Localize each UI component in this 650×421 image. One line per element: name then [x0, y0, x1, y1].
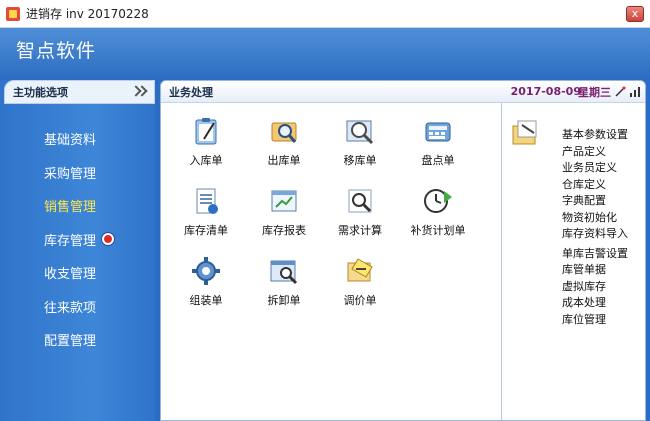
sidebar-title: 主功能选项: [13, 86, 68, 99]
clock-arrow-icon: [424, 189, 452, 213]
function-inventory-report[interactable]: 库存报表: [249, 185, 319, 238]
sidebar-item-basic-data[interactable]: 基础资料: [0, 122, 155, 156]
link-inventory-import[interactable]: 库存资料导入: [562, 226, 628, 243]
sidebar-item-config[interactable]: 配置管理: [0, 323, 155, 357]
function-label: 入库单: [189, 154, 223, 167]
link-material-init[interactable]: 物资初始化: [562, 210, 628, 227]
sidebar-header: 主功能选项: [4, 80, 155, 104]
function-label: 库存清单: [184, 224, 228, 237]
function-label: 需求计算: [338, 224, 382, 237]
link-cost-processing[interactable]: 成本处理: [562, 295, 628, 312]
function-label: 出库单: [267, 154, 301, 167]
function-label: 库存报表: [262, 224, 306, 237]
function-label: 组装单: [189, 294, 223, 307]
close-button[interactable]: x: [626, 6, 644, 22]
sidebar: 主功能选项 基础资料 采购管理 销售管理 库存管理 收支管理 往来款项 配置管理: [0, 80, 155, 421]
function-label: 盘点单: [421, 154, 455, 167]
link-location-management[interactable]: 库位管理: [562, 312, 628, 329]
date-display: 2017-08-09: [510, 85, 581, 98]
link-dictionary-config[interactable]: 字典配置: [562, 193, 628, 210]
link-warehouse-define[interactable]: 仓库定义: [562, 177, 628, 194]
sidebar-item-sales[interactable]: 销售管理: [0, 189, 155, 223]
function-disassembly-order[interactable]: 拆卸单: [249, 255, 319, 308]
main-header: 业务处理 2017-08-09 星期三: [161, 81, 645, 103]
sidebar-item-purchase[interactable]: 采购管理: [0, 156, 155, 190]
window-titlebar: 进销存 inv 20170228 x: [0, 0, 650, 28]
brand-title: 智点软件: [16, 40, 97, 62]
sidebar-item-accounts[interactable]: 往来款项: [0, 290, 155, 324]
main-panel: 业务处理 2017-08-09 星期三 入库单 出库单 移库单 盘点单 库存清单…: [160, 80, 646, 421]
search-chart-icon: [348, 189, 372, 213]
sidebar-item-label: 基础资料: [44, 133, 97, 149]
calculator-icon: [425, 122, 451, 142]
sidebar-menu: 基础资料 采购管理 销售管理 库存管理 收支管理 往来款项 配置管理: [0, 122, 155, 357]
link-product-define[interactable]: 产品定义: [562, 144, 628, 161]
sidebar-item-label: 销售管理: [44, 200, 97, 216]
alert-badge-icon: [102, 233, 115, 246]
sidebar-item-label: 采购管理: [44, 166, 97, 182]
document-list-icon: [196, 188, 218, 214]
function-demand-calc[interactable]: 需求计算: [325, 185, 395, 238]
section-title: 业务处理: [169, 85, 213, 99]
function-label: 拆卸单: [267, 294, 301, 307]
window-title: 进销存 inv 20170228: [26, 7, 149, 21]
weekday-display: 星期三: [578, 86, 611, 99]
function-label: 调价单: [343, 294, 377, 307]
magnifier-window-icon: [346, 120, 374, 145]
function-inbound-order[interactable]: 入库单: [171, 115, 241, 168]
link-stock-alert[interactable]: 单库吉警设置: [562, 246, 628, 263]
tag-folder-icon: [347, 258, 373, 282]
gear-icon: [192, 257, 220, 285]
function-grid: 入库单 出库单 移库单 盘点单 库存清单 库存报表 需求计算 补货计划单 组装单…: [161, 103, 501, 420]
clipboard-pencil-icon: [195, 118, 217, 145]
magnifier-folder-icon: [271, 122, 297, 143]
app-icon: [6, 6, 20, 21]
sidebar-item-label: 往来款项: [44, 300, 97, 316]
link-basic-params[interactable]: 基本参数设置: [562, 127, 628, 144]
report-window-icon: [271, 190, 297, 212]
settings-link-list: 基本参数设置 产品定义 业务员定义 仓库定义 字典配置 物资初始化 库存资料导入…: [562, 127, 628, 328]
sidebar-item-inventory[interactable]: 库存管理: [0, 223, 155, 257]
sidebar-item-income-expense[interactable]: 收支管理: [0, 256, 155, 290]
function-inventory-list[interactable]: 库存清单: [171, 185, 241, 238]
link-virtual-inventory[interactable]: 虚拟库存: [562, 279, 628, 296]
app-header: 智点软件: [0, 28, 650, 76]
function-outbound-order[interactable]: 出库单: [249, 115, 319, 168]
window-zoom-icon: [270, 260, 298, 285]
function-transfer-order[interactable]: 移库单: [325, 115, 395, 168]
sidebar-item-label: 收支管理: [44, 267, 97, 283]
function-label: 移库单: [343, 154, 377, 167]
wand-icon[interactable]: [614, 86, 626, 98]
link-warehouse-docs[interactable]: 库管单据: [562, 262, 628, 279]
function-assembly-order[interactable]: 组装单: [171, 255, 241, 308]
link-salesperson-define[interactable]: 业务员定义: [562, 160, 628, 177]
function-stocktake-order[interactable]: 盘点单: [403, 115, 473, 168]
bar-chart-icon[interactable]: [629, 86, 641, 98]
sidebar-item-label: 配置管理: [44, 334, 97, 350]
settings-panel: 基本参数设置 产品定义 业务员定义 仓库定义 字典配置 物资初始化 库存资料导入…: [502, 103, 645, 420]
collapse-icon[interactable]: [132, 86, 146, 98]
sidebar-item-label: 库存管理: [44, 233, 97, 249]
settings-folder-icon: [512, 120, 537, 145]
function-replenish-plan[interactable]: 补货计划单: [403, 185, 473, 238]
function-label: 补货计划单: [410, 224, 466, 237]
function-price-adjust[interactable]: 调价单: [325, 255, 395, 308]
